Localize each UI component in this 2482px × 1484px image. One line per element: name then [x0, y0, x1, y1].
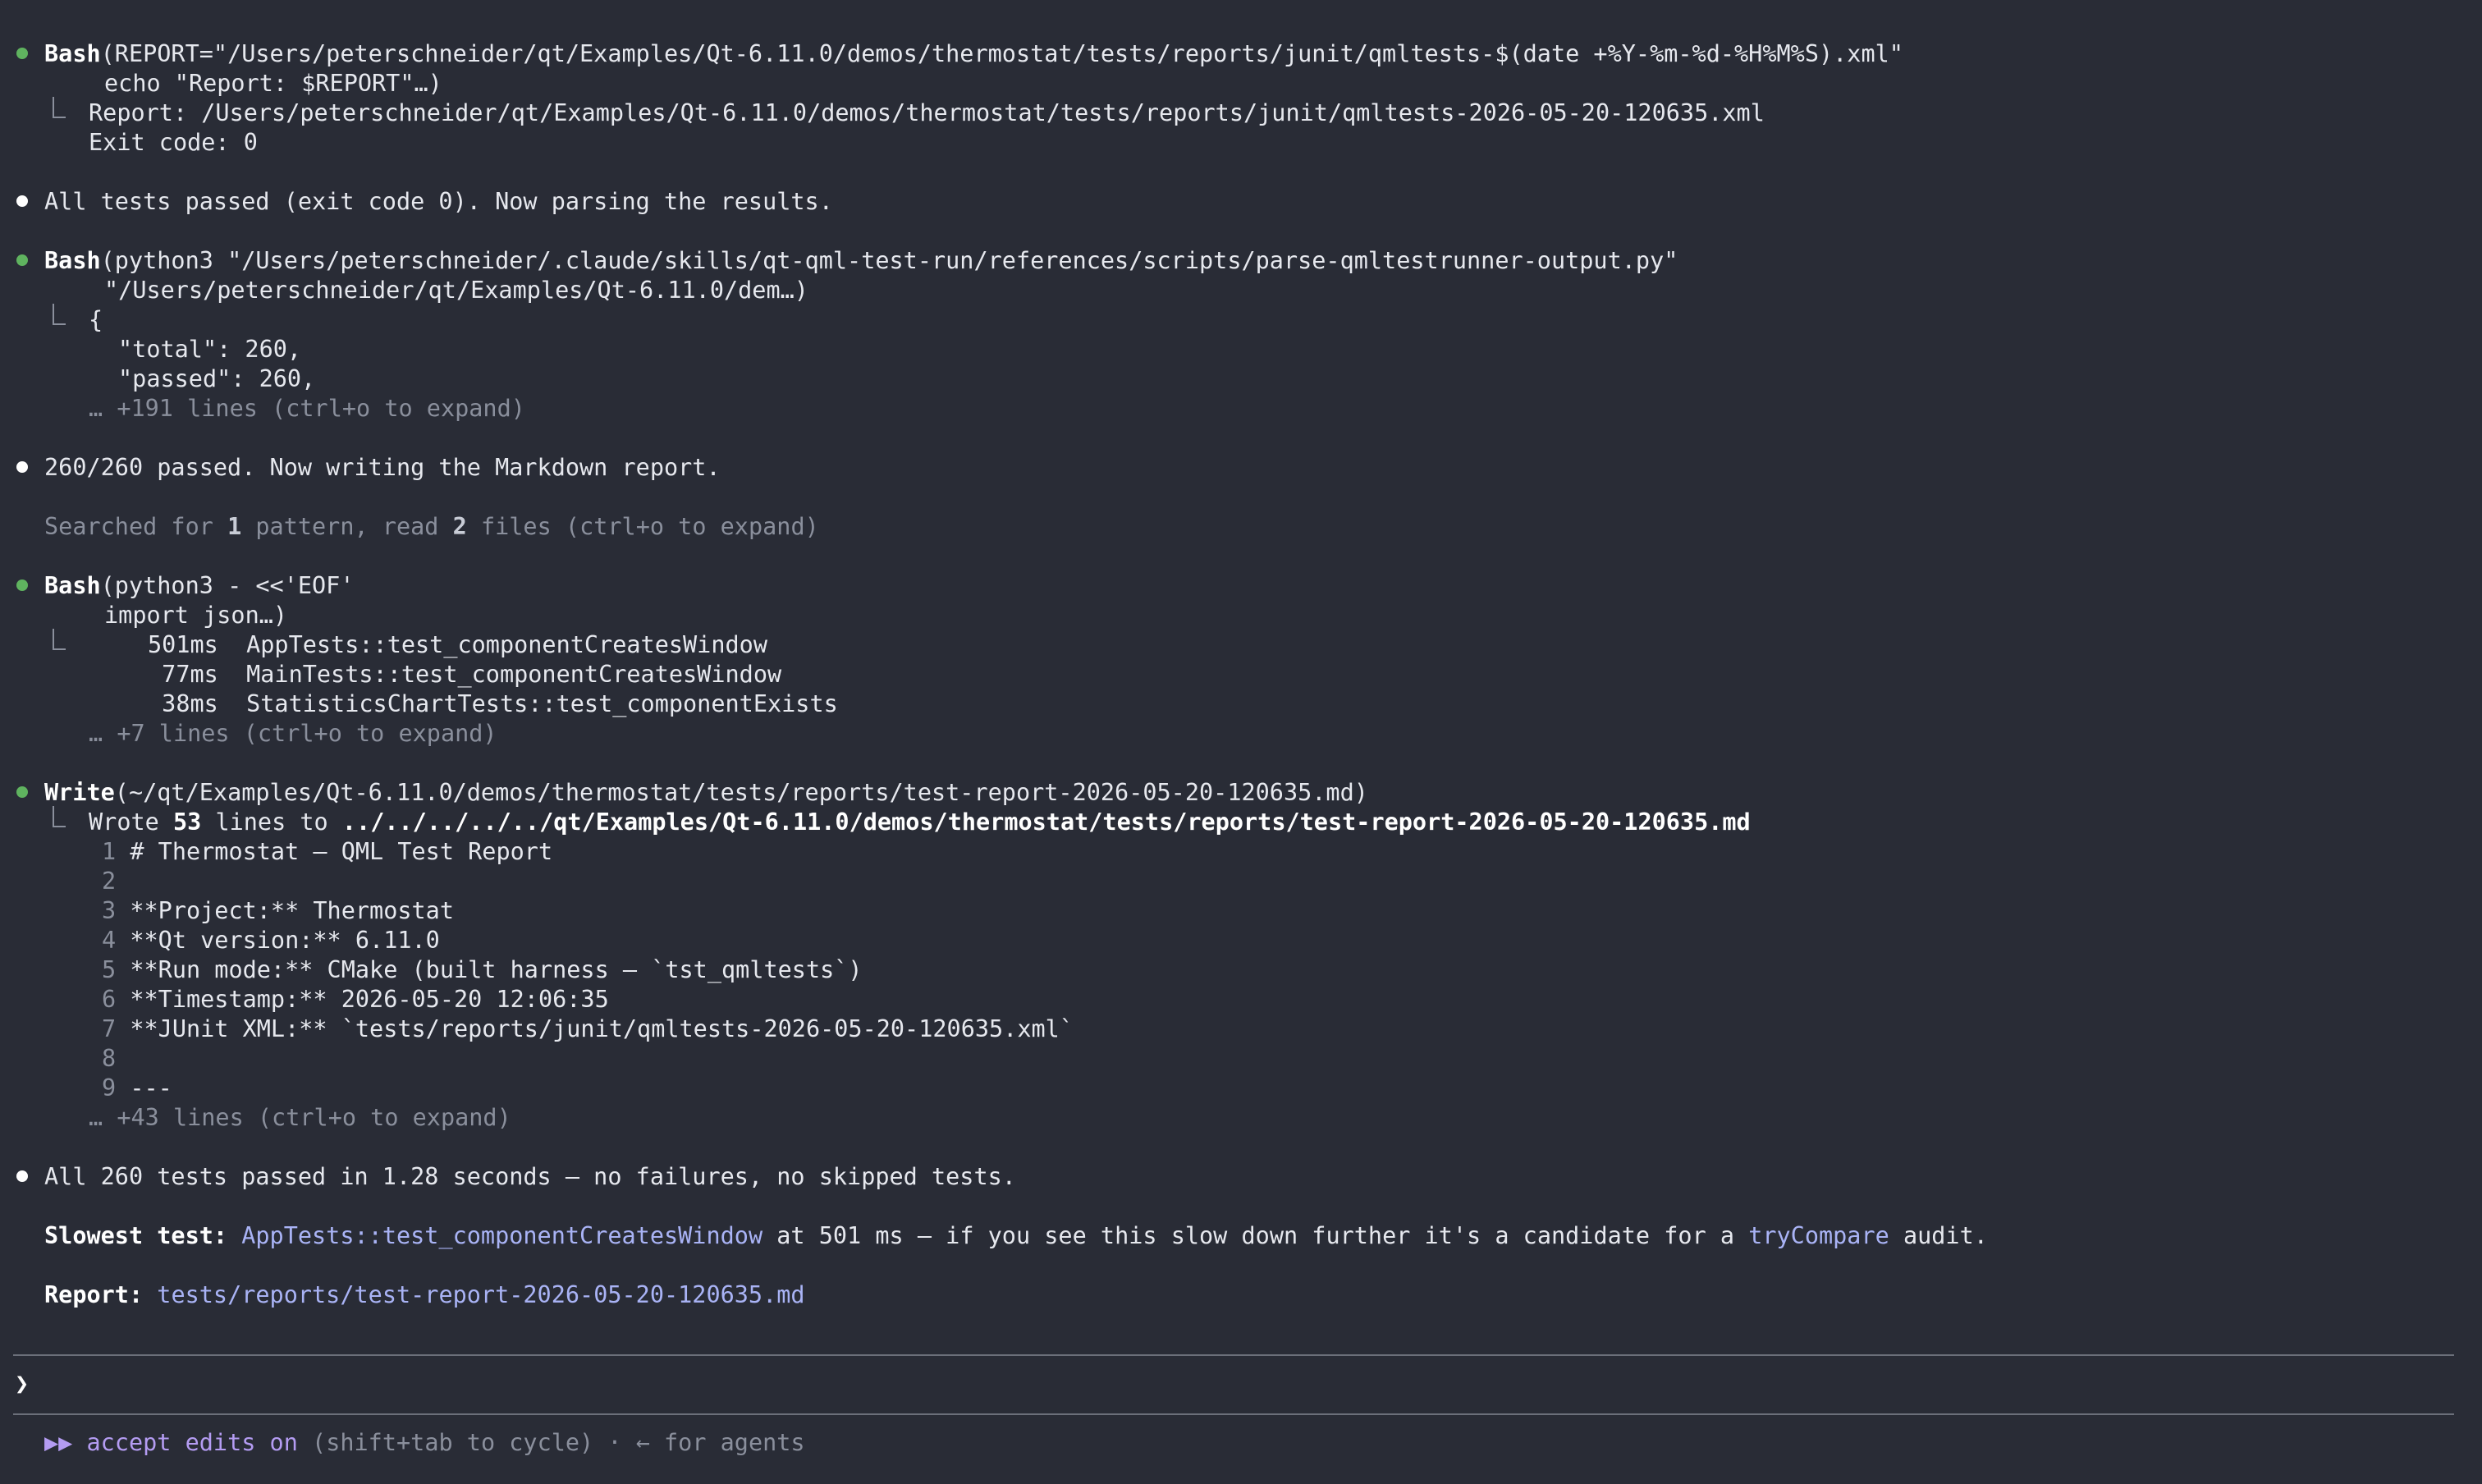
trycompare-link[interactable]: tryCompare: [1748, 1222, 1889, 1249]
output-connector-icon: [53, 629, 66, 650]
tool-name: Bash: [44, 40, 101, 67]
tool-command: (~/qt/Examples/Qt-6.11.0/demos/thermosta…: [114, 779, 1368, 806]
file-preview-line: 3 **Project:** Thermostat: [102, 897, 454, 924]
prompt-top-divider: [13, 1354, 2454, 1356]
tool-output-line: "total": 260,: [118, 336, 302, 363]
tool-status-dot: [16, 786, 28, 798]
tool-call-line: Bash(REPORT="/Users/peterschneider/qt/Ex…: [44, 39, 1903, 69]
message-bullet: [16, 195, 28, 207]
tool-output-line: Report: /Users/peterschneider/qt/Example…: [89, 99, 1765, 126]
tool-output-line: {: [89, 306, 103, 333]
expand-hint[interactable]: … +7 lines (ctrl+o to expand): [89, 719, 497, 749]
mode-hint: (shift+tab to cycle) · ← for agents: [297, 1429, 805, 1456]
prompt-bottom-divider: [13, 1413, 2454, 1415]
tool-status-dot: [16, 48, 28, 59]
tool-output-line: 77ms MainTests::test_componentCreatesWin…: [148, 661, 782, 688]
tool-command: (python3 - <<'EOF': [100, 572, 355, 599]
expand-hint[interactable]: … +191 lines (ctrl+o to expand): [89, 394, 525, 424]
file-preview-line: 5 **Run mode:** CMake (built harness — `…: [102, 956, 863, 983]
tool-command-continuation: import json…): [104, 602, 288, 629]
tool-status-dot: [16, 579, 28, 591]
tool-output-line: "passed": 260,: [118, 365, 316, 392]
slowest-test-link[interactable]: AppTests::test_componentCreatesWindow: [241, 1222, 762, 1249]
file-preview-line: 7 **JUnit XML:** `tests/reports/junit/qm…: [102, 1015, 1074, 1042]
file-preview-line: 2: [102, 868, 117, 895]
write-summary: Wrote 53 lines to ../../../../../qt/Exam…: [89, 808, 1751, 836]
message-bullet: [16, 1170, 28, 1182]
tool-name: Bash: [44, 572, 101, 599]
file-preview-line: 4 **Qt version:** 6.11.0: [102, 927, 440, 954]
tool-call-line: Bash(python3 "/Users/peterschneider/.cla…: [44, 246, 1678, 276]
tool-command-continuation: echo "Report: $REPORT"…): [104, 70, 442, 97]
tool-output-line: Exit code: 0: [89, 129, 258, 156]
tool-name: Write: [44, 779, 115, 806]
file-preview-line: 8: [102, 1045, 117, 1072]
assistant-message: 260/260 passed. Now writing the Markdown…: [44, 454, 721, 481]
report-line: Report: tests/reports/test-report-2026-0…: [44, 1281, 805, 1308]
output-connector-icon: [53, 806, 66, 827]
tool-command-continuation: "/Users/peterschneider/qt/Examples/Qt-6.…: [104, 277, 808, 304]
search-summary[interactable]: Searched for 1 pattern, read 2 files (ct…: [44, 512, 819, 542]
file-preview-line: 6 **Timestamp:** 2026-05-20 12:06:35: [102, 986, 609, 1013]
file-preview-line: 1 # Thermostat — QML Test Report: [102, 838, 553, 865]
tool-call-line: Write(~/qt/Examples/Qt-6.11.0/demos/ther…: [44, 778, 1368, 808]
fast-forward-icon: ▶▶: [44, 1429, 73, 1456]
tool-command: (REPORT="/Users/peterschneider/qt/Exampl…: [100, 40, 1903, 67]
report-path-link[interactable]: tests/reports/test-report-2026-05-20-120…: [157, 1281, 804, 1308]
file-preview-line: 9 ---: [102, 1074, 172, 1102]
mode-status[interactable]: ▶▶ accept edits on (shift+tab to cycle) …: [44, 1428, 805, 1458]
mode-label: accept edits on: [86, 1429, 298, 1456]
message-bullet: [16, 461, 28, 473]
tool-output-line: 38ms StatisticsChartTests::test_componen…: [148, 690, 838, 717]
assistant-message: All tests passed (exit code 0). Now pars…: [44, 188, 833, 215]
tool-command: (python3 "/Users/peterschneider/.claude/…: [100, 247, 1678, 274]
tool-name: Bash: [44, 247, 101, 274]
tool-call-line: Bash(python3 - <<'EOF': [44, 571, 355, 601]
assistant-message: All 260 tests passed in 1.28 seconds — n…: [44, 1163, 1016, 1190]
prompt-caret-icon: ❯: [15, 1370, 30, 1397]
slowest-test-line: Slowest test: AppTests::test_componentCr…: [44, 1222, 1988, 1249]
output-connector-icon: [53, 304, 66, 325]
tool-status-dot: [16, 254, 28, 266]
prompt-input[interactable]: [44, 1366, 2428, 1404]
tool-output-line: 501ms AppTests::test_componentCreatesWin…: [148, 631, 767, 658]
output-connector-icon: [53, 97, 66, 118]
expand-hint[interactable]: … +43 lines (ctrl+o to expand): [89, 1103, 511, 1133]
